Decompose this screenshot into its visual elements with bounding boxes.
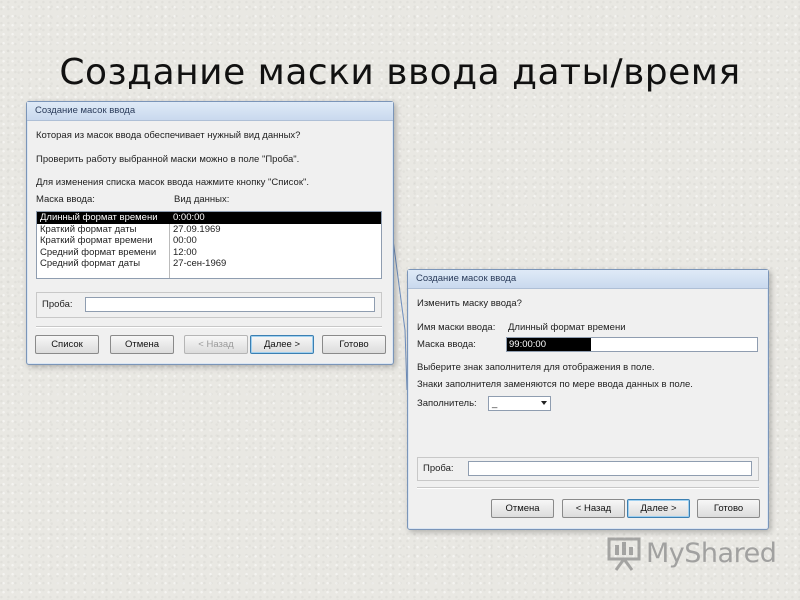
test-group: Проба: — [36, 292, 382, 318]
mask-sample: 12:00 — [173, 246, 197, 258]
mask-name: Средний формат времени — [40, 246, 157, 258]
test-input[interactable] — [85, 297, 375, 312]
mask-label: Маска ввода: — [417, 339, 476, 350]
finish-button[interactable]: Готово — [697, 499, 760, 518]
list-button[interactable]: Список — [35, 335, 99, 354]
hint-text: Для изменения списка масок ввода нажмите… — [36, 177, 309, 188]
test-label: Проба: — [423, 463, 454, 474]
mask-name: Краткий формат времени — [40, 235, 153, 246]
placeholder-label: Заполнитель: — [417, 398, 477, 409]
column-header-mask: Маска ввода: — [36, 194, 95, 205]
next-button[interactable]: Далее > — [250, 335, 314, 354]
list-item[interactable]: Краткий формат времени 00:00 — [37, 235, 381, 247]
mask-sample: 0:00:00 — [173, 212, 205, 223]
placeholder-select[interactable]: _ — [488, 396, 551, 411]
mask-input-value: 99:00:00 — [507, 338, 591, 351]
placeholder-value: _ — [492, 398, 498, 409]
input-mask-wizard-step1: Создание масок ввода Которая из масок вв… — [26, 101, 394, 365]
back-button[interactable]: < Назад — [184, 335, 248, 354]
dialog-title: Создание масок ввода — [27, 102, 393, 121]
column-header-data: Вид данных: — [174, 194, 230, 205]
hint-text: Выберите знак заполнителя для отображени… — [417, 362, 655, 373]
test-input[interactable] — [468, 461, 752, 476]
hint-text: Проверить работу выбранной маски можно в… — [36, 154, 300, 165]
divider — [417, 487, 759, 489]
list-item[interactable]: Средний формат времени 12:00 — [37, 247, 381, 259]
mask-name-label: Имя маски ввода: — [417, 322, 496, 333]
list-item[interactable]: Длинный формат времени 0:00:00 — [37, 212, 381, 224]
test-label: Проба: — [42, 299, 73, 310]
mask-name: Краткий формат даты — [40, 223, 137, 235]
mask-sample: 00:00 — [173, 235, 197, 246]
mask-list[interactable]: Длинный формат времени 0:00:00 Краткий ф… — [36, 211, 382, 279]
divider — [36, 326, 382, 328]
mask-sample: 27-сен-1969 — [173, 258, 227, 269]
presentation-board-icon — [607, 537, 641, 571]
prompt-text: Которая из масок ввода обеспечивает нужн… — [36, 130, 301, 141]
dialog-title: Создание масок ввода — [408, 270, 768, 289]
mask-name: Длинный формат времени — [40, 212, 158, 223]
mask-input[interactable]: 99:00:00 — [506, 337, 758, 352]
cancel-button[interactable]: Отмена — [491, 499, 554, 518]
list-item[interactable]: Средний формат даты 27-сен-1969 — [37, 258, 381, 270]
question-text: Изменить маску ввода? — [417, 298, 522, 309]
mask-name: Средний формат даты — [40, 258, 141, 269]
list-item[interactable]: Краткий формат даты 27.09.1969 — [37, 224, 381, 236]
test-group: Проба: — [417, 457, 759, 481]
chevron-down-icon — [541, 401, 547, 405]
hint-text: Знаки заполнителя заменяются по мере вво… — [417, 379, 693, 390]
watermark-text: MyShared — [646, 538, 777, 569]
mask-name-value: Длинный формат времени — [508, 322, 626, 333]
next-button[interactable]: Далее > — [627, 499, 690, 518]
input-mask-wizard-step2: Создание масок ввода Изменить маску ввод… — [407, 269, 769, 530]
back-button[interactable]: < Назад — [562, 499, 625, 518]
cancel-button[interactable]: Отмена — [110, 335, 174, 354]
mask-sample: 27.09.1969 — [173, 223, 221, 235]
finish-button[interactable]: Готово — [322, 335, 386, 354]
